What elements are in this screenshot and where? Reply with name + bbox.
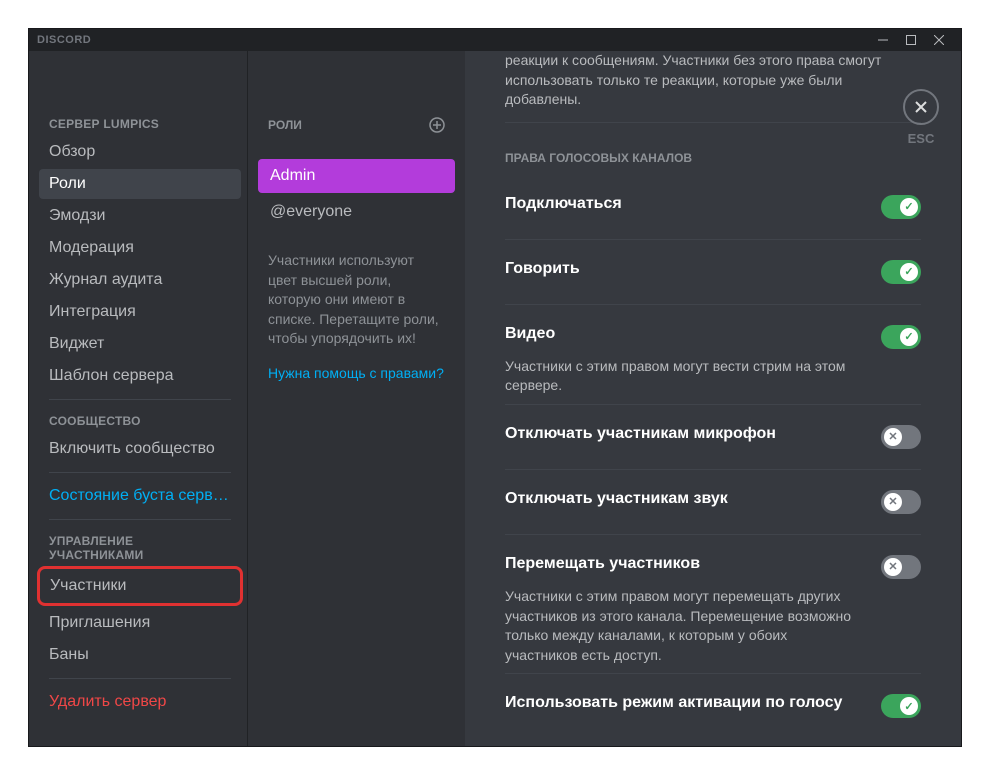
permission-desc-reactions: реакции к сообщениям. Участники без этог… bbox=[505, 51, 921, 110]
roles-column: РОЛИ Admin @everyone Участники использую… bbox=[247, 51, 465, 746]
sidebar-item-invites[interactable]: Приглашения bbox=[39, 608, 241, 638]
toggle-move-members[interactable]: ✕ bbox=[881, 555, 921, 579]
content: СЕРВЕР LUMPICS Обзор Роли Эмодзи Модерац… bbox=[29, 51, 961, 746]
minimize-button[interactable] bbox=[869, 29, 897, 51]
close-area: ESC bbox=[903, 89, 939, 146]
permission-speak: Говорить ✓ bbox=[505, 248, 921, 296]
sidebar-item-auditlog[interactable]: Журнал аудита bbox=[39, 265, 241, 295]
role-item-everyone[interactable]: @everyone bbox=[258, 195, 455, 229]
permission-move-members: Перемещать участников ✕ bbox=[505, 543, 921, 591]
divider bbox=[505, 122, 921, 123]
roles-header-label: РОЛИ bbox=[268, 118, 302, 132]
app-name: DISCORD bbox=[37, 34, 91, 46]
role-item-admin[interactable]: Admin bbox=[258, 159, 455, 193]
permission-label: Отключать участникам микрофон bbox=[505, 425, 881, 443]
divider bbox=[505, 469, 921, 470]
permission-video: Видео ✓ bbox=[505, 313, 921, 361]
divider bbox=[49, 519, 231, 520]
permission-label: Использовать режим активации по голосу bbox=[505, 694, 881, 712]
sidebar-item-members[interactable]: Участники bbox=[40, 571, 240, 601]
toggle-video[interactable]: ✓ bbox=[881, 325, 921, 349]
titlebar: DISCORD bbox=[29, 29, 961, 51]
permission-desc-video: Участники с этим правом могут вести стри… bbox=[505, 357, 921, 396]
toggle-use-vad[interactable]: ✓ bbox=[881, 694, 921, 718]
close-esc-label: ESC bbox=[903, 131, 939, 146]
roles-header: РОЛИ bbox=[258, 111, 455, 139]
toggle-connect[interactable]: ✓ bbox=[881, 195, 921, 219]
sidebar-item-overview[interactable]: Обзор bbox=[39, 137, 241, 167]
permission-deafen-members: Отключать участникам звук ✕ bbox=[505, 478, 921, 526]
permission-desc-move: Участники с этим правом могут перемещать… bbox=[505, 587, 921, 665]
permission-use-vad: Использовать режим активации по голосу ✓ bbox=[505, 682, 921, 730]
sidebar-section-server: СЕРВЕР LUMPICS bbox=[39, 111, 241, 135]
sidebar-item-emoji[interactable]: Эмодзи bbox=[39, 201, 241, 231]
sidebar-item-delete-server[interactable]: Удалить сервер bbox=[39, 687, 241, 717]
permission-label: Отключать участникам звук bbox=[505, 490, 881, 508]
sidebar-item-template[interactable]: Шаблон сервера bbox=[39, 361, 241, 391]
sidebar-item-integrations[interactable]: Интеграция bbox=[39, 297, 241, 327]
sidebar-item-enable-community[interactable]: Включить сообщество bbox=[39, 434, 241, 464]
roles-help-link[interactable]: Нужна помощь с правами? bbox=[258, 359, 455, 387]
permission-label: Говорить bbox=[505, 260, 881, 278]
voice-permissions-title: ПРАВА ГОЛОСОВЫХ КАНАЛОВ bbox=[505, 151, 921, 165]
sidebar-section-members: УПРАВЛЕНИЕ УЧАСТНИКАМИ bbox=[39, 528, 241, 566]
divider bbox=[505, 534, 921, 535]
permission-label: Перемещать участников bbox=[505, 555, 881, 573]
close-settings-button[interactable] bbox=[903, 89, 939, 125]
window-close-button[interactable] bbox=[925, 29, 953, 51]
permission-mute-members: Отключать участникам микрофон ✕ bbox=[505, 413, 921, 461]
sidebar-item-boost-status[interactable]: Состояние буста серв… bbox=[39, 481, 241, 511]
sidebar-item-widget[interactable]: Виджет bbox=[39, 329, 241, 359]
toggle-mute-members[interactable]: ✕ bbox=[881, 425, 921, 449]
app-window: DISCORD СЕРВЕР LUMPICS Обзор Роли Эмодзи… bbox=[28, 28, 962, 747]
settings-sidebar: СЕРВЕР LUMPICS Обзор Роли Эмодзи Модерац… bbox=[29, 51, 247, 746]
divider bbox=[505, 239, 921, 240]
sidebar-section-community: СООБЩЕСТВО bbox=[39, 408, 241, 432]
permission-label: Подключаться bbox=[505, 195, 881, 213]
divider bbox=[505, 304, 921, 305]
permissions-pane: реакции к сообщениям. Участники без этог… bbox=[465, 51, 961, 746]
highlight-annotation: Участники bbox=[37, 566, 243, 606]
divider bbox=[49, 472, 231, 473]
permission-connect: Подключаться ✓ bbox=[505, 183, 921, 231]
sidebar-item-bans[interactable]: Баны bbox=[39, 640, 241, 670]
toggle-deafen-members[interactable]: ✕ bbox=[881, 490, 921, 514]
toggle-speak[interactable]: ✓ bbox=[881, 260, 921, 284]
permission-label: Видео bbox=[505, 325, 881, 343]
divider bbox=[49, 678, 231, 679]
divider bbox=[505, 404, 921, 405]
divider bbox=[49, 399, 231, 400]
divider bbox=[505, 673, 921, 674]
roles-help-text: Участники используют цвет высшей роли, к… bbox=[258, 231, 455, 359]
sidebar-item-moderation[interactable]: Модерация bbox=[39, 233, 241, 263]
add-role-icon[interactable] bbox=[429, 117, 445, 133]
sidebar-item-roles[interactable]: Роли bbox=[39, 169, 241, 199]
maximize-button[interactable] bbox=[897, 29, 925, 51]
